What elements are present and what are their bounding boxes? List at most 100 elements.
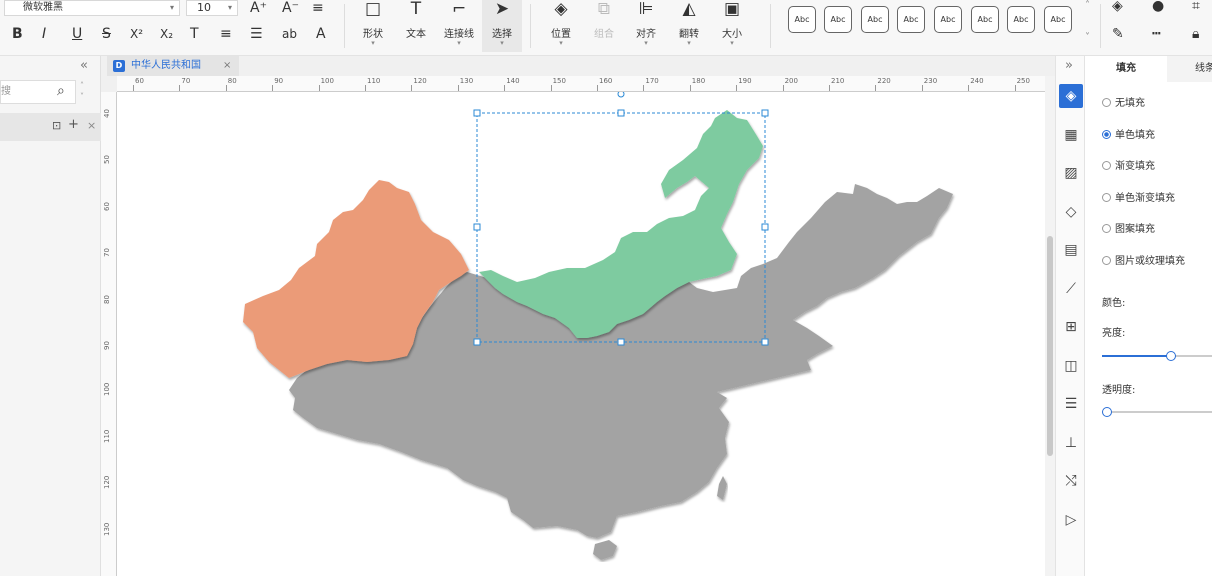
line-spacing-icon[interactable]: ≡	[220, 26, 232, 42]
flip-button[interactable]: ◭ 翻转 ▾	[669, 0, 709, 52]
chart-icon[interactable]: ⟋	[1059, 277, 1083, 301]
image-icon[interactable]: ▨	[1059, 161, 1083, 185]
opacity-label: 透明度:	[1102, 385, 1136, 396]
fill-icon[interactable]: ◈	[1059, 84, 1083, 108]
table-icon[interactable]: ⊞	[1059, 315, 1083, 339]
radio-button[interactable]	[1102, 98, 1111, 107]
text-button-label: 文本	[406, 29, 426, 40]
add-icon[interactable]: +	[68, 117, 79, 132]
list-icon[interactable]: ☰	[1059, 392, 1083, 416]
resize-handle[interactable]	[473, 223, 481, 231]
expand-panel-icon[interactable]: »	[1065, 58, 1073, 73]
style-preset-8[interactable]: Abc	[1044, 6, 1072, 33]
library-row[interactable]: ⊡ + ×	[0, 113, 101, 141]
strikethrough-icon[interactable]: S	[102, 26, 111, 42]
brightness-label: 亮度:	[1102, 328, 1126, 339]
fill-option[interactable]: 单色渐变填充	[1102, 192, 1175, 206]
align-text-icon[interactable]: ≡	[312, 0, 324, 16]
style-preset-4[interactable]: Abc	[897, 6, 925, 33]
bold-icon[interactable]: B	[12, 26, 23, 42]
drawing-canvas[interactable]	[117, 92, 1045, 576]
line-color-icon[interactable]: ✎	[1112, 26, 1124, 42]
shrink-font-icon[interactable]: A⁻	[282, 0, 299, 16]
subscript-icon[interactable]: X₂	[160, 26, 173, 42]
grow-font-icon[interactable]: A⁺	[250, 0, 267, 16]
tab-document[interactable]: D 中华人民共和国 ×	[107, 56, 239, 76]
radio-button[interactable]	[1102, 161, 1111, 171]
connector-button[interactable]: ⌐ 连接线 ▾	[439, 0, 479, 52]
resize-handle[interactable]	[473, 338, 481, 346]
text-button[interactable]: T 文本	[396, 0, 436, 52]
clear-format-icon[interactable]: T	[190, 26, 199, 42]
map-region-hainan[interactable]	[593, 540, 617, 560]
present-icon[interactable]: ▷	[1059, 508, 1083, 532]
style-preset-3[interactable]: Abc	[861, 6, 889, 33]
style-scroll-up-icon[interactable]: ˄	[1085, 0, 1090, 14]
style-preset-5[interactable]: Abc	[934, 6, 962, 33]
page-icon[interactable]: ▤	[1059, 238, 1083, 262]
resize-handle[interactable]	[617, 109, 625, 117]
layers-icon[interactable]: ◇	[1059, 200, 1083, 224]
superscript-icon[interactable]: X²	[130, 26, 143, 42]
style-scroll-down-icon[interactable]: ˅	[1085, 30, 1090, 46]
italic-icon[interactable]: I	[42, 26, 46, 42]
grid-icon[interactable]: ▦	[1059, 123, 1083, 147]
style-preset-7[interactable]: Abc	[1007, 6, 1035, 33]
fill-option[interactable]: 图案填充	[1102, 223, 1155, 237]
import-icon[interactable]: ⊡	[52, 119, 61, 132]
ruler-tick	[411, 85, 413, 91]
font-family-select[interactable]: 微软雅黑 ▾	[4, 0, 180, 16]
fill-option[interactable]: 单色填充	[1102, 129, 1155, 143]
shadow-icon[interactable]: ●	[1152, 0, 1164, 14]
resize-handle[interactable]	[617, 338, 625, 346]
style-preset-6[interactable]: Abc	[971, 6, 999, 33]
shuffle-icon[interactable]: ⤭	[1059, 469, 1083, 493]
fill-option[interactable]: 图片或纹理填充	[1102, 255, 1185, 269]
stepper-icon[interactable]: ˄ ˅	[80, 80, 84, 102]
bullets-icon[interactable]: ☰	[250, 26, 263, 42]
org-chart-icon[interactable]: ⊥	[1059, 431, 1083, 455]
fill-option[interactable]: 无填充	[1102, 97, 1145, 111]
size-button[interactable]: ▣ 大小 ▾	[712, 0, 752, 52]
rotate-handle[interactable]	[617, 92, 625, 98]
resize-handle[interactable]	[761, 223, 769, 231]
radio-button[interactable]	[1102, 192, 1111, 202]
text-case-icon[interactable]: ab	[282, 26, 297, 42]
shape-button[interactable]: □ 形状 ▾	[353, 0, 393, 52]
scrollbar-thumb[interactable]	[1047, 236, 1053, 456]
opacity-knob[interactable]	[1102, 407, 1112, 417]
resize-handle[interactable]	[761, 109, 769, 117]
fill-option[interactable]: 渐变填充	[1102, 160, 1155, 174]
align-button[interactable]: ⊫ 对齐 ▾	[626, 0, 666, 52]
brightness-slider[interactable]	[1102, 351, 1212, 361]
map-region-taiwan[interactable]	[717, 476, 727, 500]
shapes-icon[interactable]: ◫	[1059, 354, 1083, 378]
collapse-icon[interactable]: «	[80, 58, 88, 73]
font-size-select[interactable]: 10 ▾	[186, 0, 238, 16]
line-style-icon[interactable]: ┅	[1152, 26, 1160, 42]
radio-button[interactable]	[1102, 224, 1111, 234]
ruler-tick	[318, 85, 320, 91]
tab-fill[interactable]: 填充	[1085, 56, 1167, 82]
radio-button[interactable]	[1102, 256, 1111, 265]
brightness-knob[interactable]	[1166, 351, 1177, 361]
style-preset-1[interactable]: Abc	[788, 6, 816, 33]
select-button[interactable]: ➤ 选择 ▾	[482, 0, 522, 52]
search-icon[interactable]: ⌕	[57, 83, 65, 99]
group-button[interactable]: ⧉ 组合	[584, 0, 624, 52]
underline-icon[interactable]: U	[72, 26, 82, 42]
tab-line[interactable]: 线条	[1185, 56, 1212, 82]
lock-icon[interactable]: 🔒︎	[1192, 26, 1199, 42]
close-icon[interactable]: ×	[87, 119, 96, 132]
font-color-icon[interactable]: A	[316, 26, 326, 42]
resize-handle[interactable]	[761, 338, 769, 346]
radio-button[interactable]	[1102, 129, 1111, 139]
position-button[interactable]: ◈ 位置 ▾	[541, 0, 581, 52]
opacity-slider[interactable]	[1102, 407, 1212, 417]
vertical-scrollbar[interactable]	[1045, 76, 1055, 576]
fill-color-icon[interactable]: ◈	[1112, 0, 1123, 14]
close-tab-icon[interactable]: ×	[223, 56, 231, 76]
crop-icon[interactable]: ⌗	[1192, 0, 1200, 14]
style-preset-2[interactable]: Abc	[824, 6, 852, 33]
resize-handle[interactable]	[473, 109, 481, 117]
